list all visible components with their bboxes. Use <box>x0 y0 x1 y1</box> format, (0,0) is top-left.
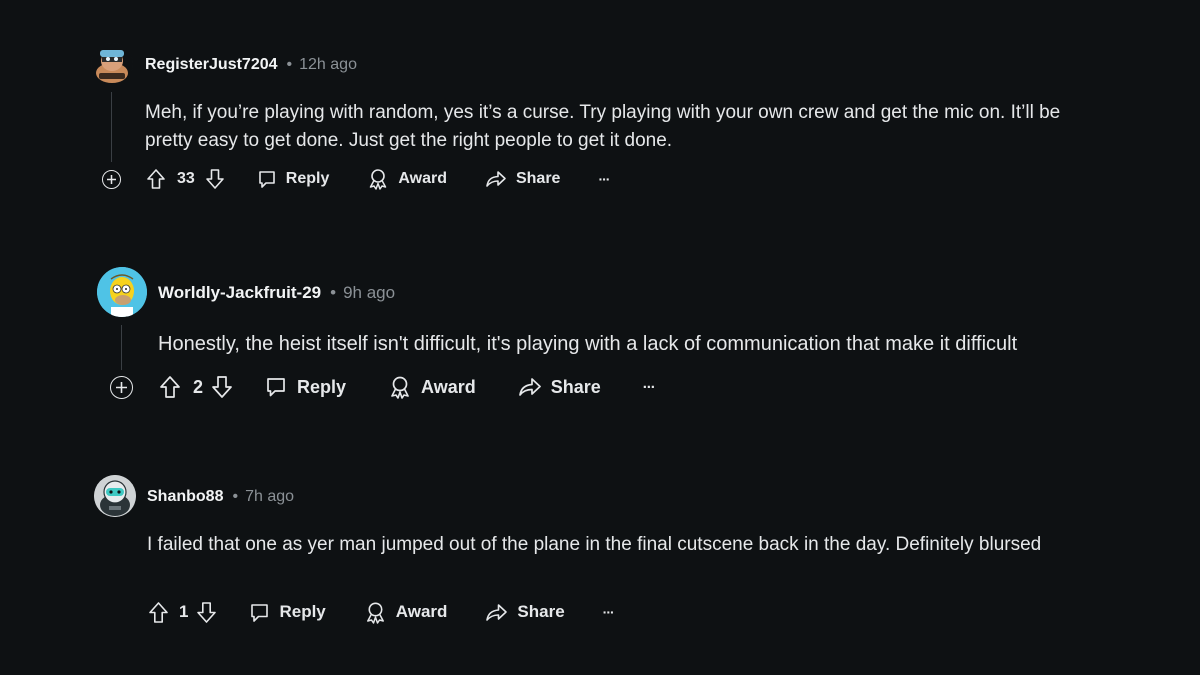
share-button[interactable]: Share <box>485 602 565 623</box>
more-options-button[interactable]: ··· <box>643 379 656 396</box>
award-label: Award <box>398 170 447 187</box>
vote-count: 33 <box>177 170 195 187</box>
award-icon <box>370 169 387 190</box>
share-label: Share <box>550 376 601 397</box>
comment-actions: 2 Reply Award Share ··· <box>159 374 656 400</box>
author-name[interactable]: RegisterJust7204 <box>145 56 278 74</box>
share-icon <box>486 171 506 187</box>
upvote-icon <box>149 601 168 623</box>
share-icon <box>518 378 541 396</box>
downvote-icon <box>205 169 224 189</box>
meta-separator: • <box>286 56 293 73</box>
share-icon <box>486 603 508 621</box>
upvote-button[interactable] <box>159 375 181 399</box>
timestamp[interactable]: 12h ago <box>299 56 357 74</box>
comment-body: Honestly, the heist itself isn't difficu… <box>158 330 1158 358</box>
share-label: Share <box>517 602 565 621</box>
robot-avatar-icon <box>94 475 136 517</box>
downvote-icon <box>212 376 232 398</box>
comment-actions: 1 Reply Award Share ··· <box>148 600 615 624</box>
share-label: Share <box>515 170 561 187</box>
meta-separator: • <box>232 488 239 505</box>
thread-line[interactable] <box>111 92 112 162</box>
expand-thread-button[interactable] <box>102 170 121 189</box>
author-name[interactable]: Worldly-Jackfruit-29 <box>158 283 321 303</box>
award-button[interactable]: Award <box>367 168 447 190</box>
reply-button[interactable]: Reply <box>265 376 346 398</box>
award-button[interactable]: Award <box>388 375 476 399</box>
timestamp[interactable]: 9h ago <box>343 283 395 303</box>
thread-line[interactable] <box>121 325 122 370</box>
comment-meta: RegisterJust7204 • 12h ago <box>145 56 357 74</box>
comment-body: Meh, if you’re playing with random, yes … <box>145 99 1145 155</box>
homer-avatar-icon <box>97 267 147 317</box>
more-options-button[interactable]: ··· <box>598 171 610 187</box>
comment-actions: 33 Reply Award Share ··· <box>146 167 610 191</box>
reply-button[interactable]: Reply <box>249 602 326 623</box>
plus-icon <box>107 175 116 184</box>
downvote-button[interactable] <box>211 375 233 399</box>
share-button[interactable]: Share <box>518 376 601 398</box>
award-label: Award <box>421 376 476 397</box>
upvote-button[interactable] <box>146 168 166 190</box>
comment-bubble-icon <box>251 603 269 622</box>
award-icon <box>366 602 384 624</box>
meta-separator: • <box>330 283 337 302</box>
downvote-icon <box>197 601 217 623</box>
downvote-button[interactable] <box>205 168 225 190</box>
comment-text-line: I failed that one as yer man jumped out … <box>147 534 1042 555</box>
comment-bubble-icon <box>267 378 285 397</box>
plus-icon <box>116 382 127 393</box>
comment-bubble-icon <box>258 171 275 188</box>
reply-label: Reply <box>285 170 330 187</box>
share-button[interactable]: Share <box>485 169 560 189</box>
comment-text-line: Meh, if you’re playing with random, yes … <box>145 102 1061 123</box>
comment-text-line: Honestly, the heist itself isn't difficu… <box>158 333 1018 355</box>
comment-meta: Worldly-Jackfruit-29 • 9h ago <box>158 283 395 303</box>
award-icon <box>391 376 409 399</box>
expand-thread-button[interactable] <box>110 376 133 399</box>
upvote-icon <box>160 376 180 398</box>
avatar[interactable] <box>91 43 133 85</box>
award-label: Award <box>395 602 448 621</box>
downvote-button[interactable] <box>196 601 217 624</box>
vote-count: 1 <box>179 602 189 621</box>
comment-body: I failed that one as yer man jumped out … <box>147 531 1147 559</box>
author-name[interactable]: Shanbo88 <box>147 488 223 506</box>
avatar[interactable] <box>97 267 147 317</box>
award-button[interactable]: Award <box>364 601 448 624</box>
timestamp[interactable]: 7h ago <box>245 488 294 506</box>
reply-button[interactable]: Reply <box>257 169 330 189</box>
more-options-button[interactable]: ··· <box>603 604 615 620</box>
snoo-avatar-icon <box>91 43 133 85</box>
avatar[interactable] <box>94 475 136 517</box>
reply-label: Reply <box>279 602 326 621</box>
upvote-button[interactable] <box>148 601 169 624</box>
vote-count: 2 <box>193 376 204 397</box>
reply-label: Reply <box>297 376 347 397</box>
comment-text-line: pretty easy to get done. Just get the ri… <box>145 130 673 151</box>
upvote-icon <box>147 169 165 189</box>
comment-meta: Shanbo88 • 7h ago <box>147 488 294 506</box>
